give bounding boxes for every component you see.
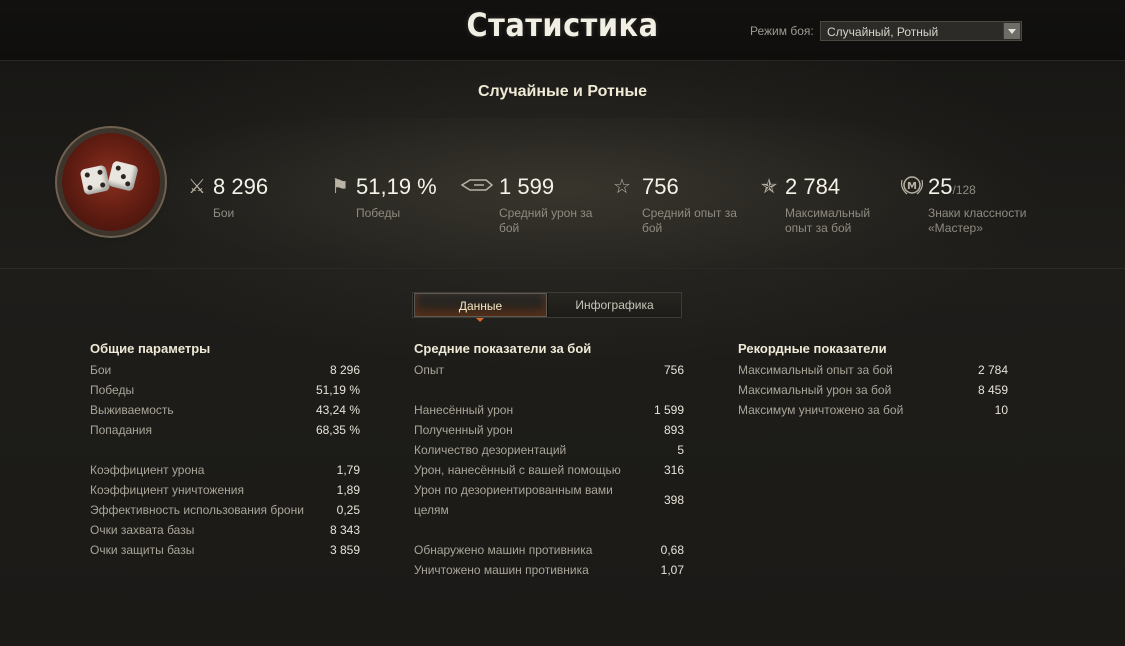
stat-value: 51,19 % <box>315 383 360 397</box>
summary-value: 1 599 <box>499 174 555 199</box>
svg-text:M: M <box>907 181 917 192</box>
stat-row: Бои 8 296 <box>90 360 360 380</box>
stat-value: 8 296 <box>329 363 360 377</box>
summary-label: Победы <box>356 206 401 220</box>
stat-label: Максимум уничтожено за бой <box>738 403 904 417</box>
tab-data[interactable]: Данные <box>414 293 547 322</box>
stat-value: 1,89 <box>336 483 360 497</box>
stat-row: Попадания 68,35 % <box>90 420 360 440</box>
stat-value: 1 599 <box>653 403 684 417</box>
stat-label: Полученный урон <box>414 423 513 437</box>
stat-value: 398 <box>663 493 684 507</box>
mastery-count: 25 <box>928 174 953 199</box>
stat-label: Победы <box>90 383 135 397</box>
mastery-badge-icon: M <box>898 174 926 200</box>
dice-emblem-icon <box>62 133 160 231</box>
stat-value: 316 <box>663 463 684 477</box>
stat-row: Уничтожено машин противника 1,07 <box>414 560 684 580</box>
die-icon <box>79 164 111 196</box>
battle-mode-value: Случайный, Ротный <box>827 25 939 39</box>
battle-mode-label: Режим боя: <box>750 24 814 38</box>
stat-label: Обнаружено машин противника <box>414 543 593 557</box>
stat-value: 756 <box>663 363 684 377</box>
general-params-panel: Общие параметры Бои 8 296 Победы 51,19 % В… <box>90 340 360 560</box>
stat-label: Коэффициент урона <box>90 463 205 477</box>
stat-value: 10 <box>994 403 1008 417</box>
stat-label: Очки защиты базы <box>90 543 195 557</box>
stat-row: Эффективность использования брони 0,25 <box>90 500 360 520</box>
stat-label: Очки захвата базы <box>90 523 195 537</box>
summary-value: 51,19 % <box>356 174 437 199</box>
stat-value: 0,68 <box>660 543 684 557</box>
stat-label: Урон по дезориентированным вами целям <box>414 483 613 517</box>
stat-row: Обнаружено машин противника 0,68 <box>414 540 684 560</box>
shell-icon <box>459 174 495 200</box>
stat-label: Попадания <box>90 423 152 437</box>
stat-label: Эффективность использования брони <box>90 503 304 517</box>
stat-row: Коэффициент уничтожения 1,89 <box>90 480 360 500</box>
stat-label: Нанесённый урон <box>414 403 514 417</box>
stat-row: Нанесённый урон 1 599 <box>414 400 684 420</box>
tab-infographics[interactable]: Инфографика <box>548 293 681 317</box>
die-icon <box>107 160 139 192</box>
summary-label: Максимальный опыт за бой <box>785 206 871 235</box>
mastery-total: /128 <box>952 183 976 197</box>
stat-value: 3 859 <box>329 543 360 557</box>
crossed-swords-icon: ⚔ <box>188 176 206 198</box>
stat-row: Полученный урон 893 <box>414 420 684 440</box>
stat-value: 1,07 <box>660 563 684 577</box>
stat-row: Урон по дезориентированным вами целям 398 <box>414 480 684 520</box>
star-wings-icon: ☆ <box>613 176 631 198</box>
view-tabs: Данные Инфографика <box>412 292 682 322</box>
stat-value: 43,24 % <box>315 403 360 417</box>
summary-value: 2 784 <box>785 174 841 199</box>
stat-value: 2 784 <box>977 363 1008 377</box>
star-rays-icon: ✯ <box>760 176 778 198</box>
records-panel: Рекордные показатели Максимальный опыт з… <box>738 340 1008 420</box>
stat-label: Максимальный опыт за бой <box>738 363 893 377</box>
stat-row: Очки захвата базы 8 343 <box>90 520 360 540</box>
stat-row: Максимальный опыт за бой 2 784 <box>738 360 1008 380</box>
stat-value: 893 <box>663 423 684 437</box>
top-bar: Статистика Режим боя: Случайный, Ротный <box>0 0 1125 61</box>
stat-row: Количество дезориентаций 5 <box>414 440 684 460</box>
stat-label: Максимальный урон за бой <box>738 383 892 397</box>
stat-label: Опыт <box>414 363 444 377</box>
stat-value: 8 459 <box>977 383 1008 397</box>
stat-label: Уничтожено машин противника <box>414 563 589 577</box>
section-subtitle: Случайные и Ротные <box>477 83 648 100</box>
flag-icon: ⚑ <box>331 176 349 198</box>
stat-value: 8 343 <box>329 523 360 537</box>
stat-row: Выживаемость 43,24 % <box>90 400 360 420</box>
summary-label: Средний опыт за бой <box>642 206 737 235</box>
stat-label: Коэффициент уничтожения <box>90 483 244 497</box>
stat-row: Победы 51,19 % <box>90 380 360 400</box>
summary-label: Средний урон за бой <box>499 206 593 235</box>
stat-value: 1,79 <box>336 463 360 477</box>
summary-value: 756 <box>642 174 679 199</box>
section-heading: Общие параметры <box>90 341 211 356</box>
stat-row: Максимум уничтожено за бой 10 <box>738 400 1008 420</box>
stat-label: Выживаемость <box>90 403 174 417</box>
stat-row: Опыт 756 <box>414 360 684 380</box>
chevron-down-icon[interactable] <box>1003 23 1020 39</box>
summary-value: 25/128 <box>928 174 976 200</box>
stat-label: Количество дезориентаций <box>414 443 567 457</box>
stat-value: 68,35 % <box>315 423 360 437</box>
section-heading: Средние показатели за бой <box>414 341 592 356</box>
stat-row: Урон, нанесённый с вашей помощью 316 <box>414 460 684 480</box>
stat-value: 0,25 <box>336 503 360 517</box>
section-heading: Рекордные показатели <box>738 341 887 356</box>
average-stats-panel: Средние показатели за бой Опыт 756 Нанесё… <box>414 340 684 580</box>
stat-value: 5 <box>677 443 684 457</box>
stat-label: Урон, нанесённый с вашей помощью <box>414 463 621 477</box>
stat-row: Максимальный урон за бой 8 459 <box>738 380 1008 400</box>
stat-row: Коэффициент урона 1,79 <box>90 460 360 480</box>
stat-label: Бои <box>90 363 112 377</box>
summary-value: 8 296 <box>213 174 269 199</box>
battle-mode-dropdown[interactable]: Случайный, Ротный <box>820 21 1022 41</box>
summary-label: Знаки классности «Мастер» <box>928 206 1027 235</box>
summary-label: Бои <box>213 206 235 220</box>
stat-row: Очки защиты базы 3 859 <box>90 540 360 560</box>
